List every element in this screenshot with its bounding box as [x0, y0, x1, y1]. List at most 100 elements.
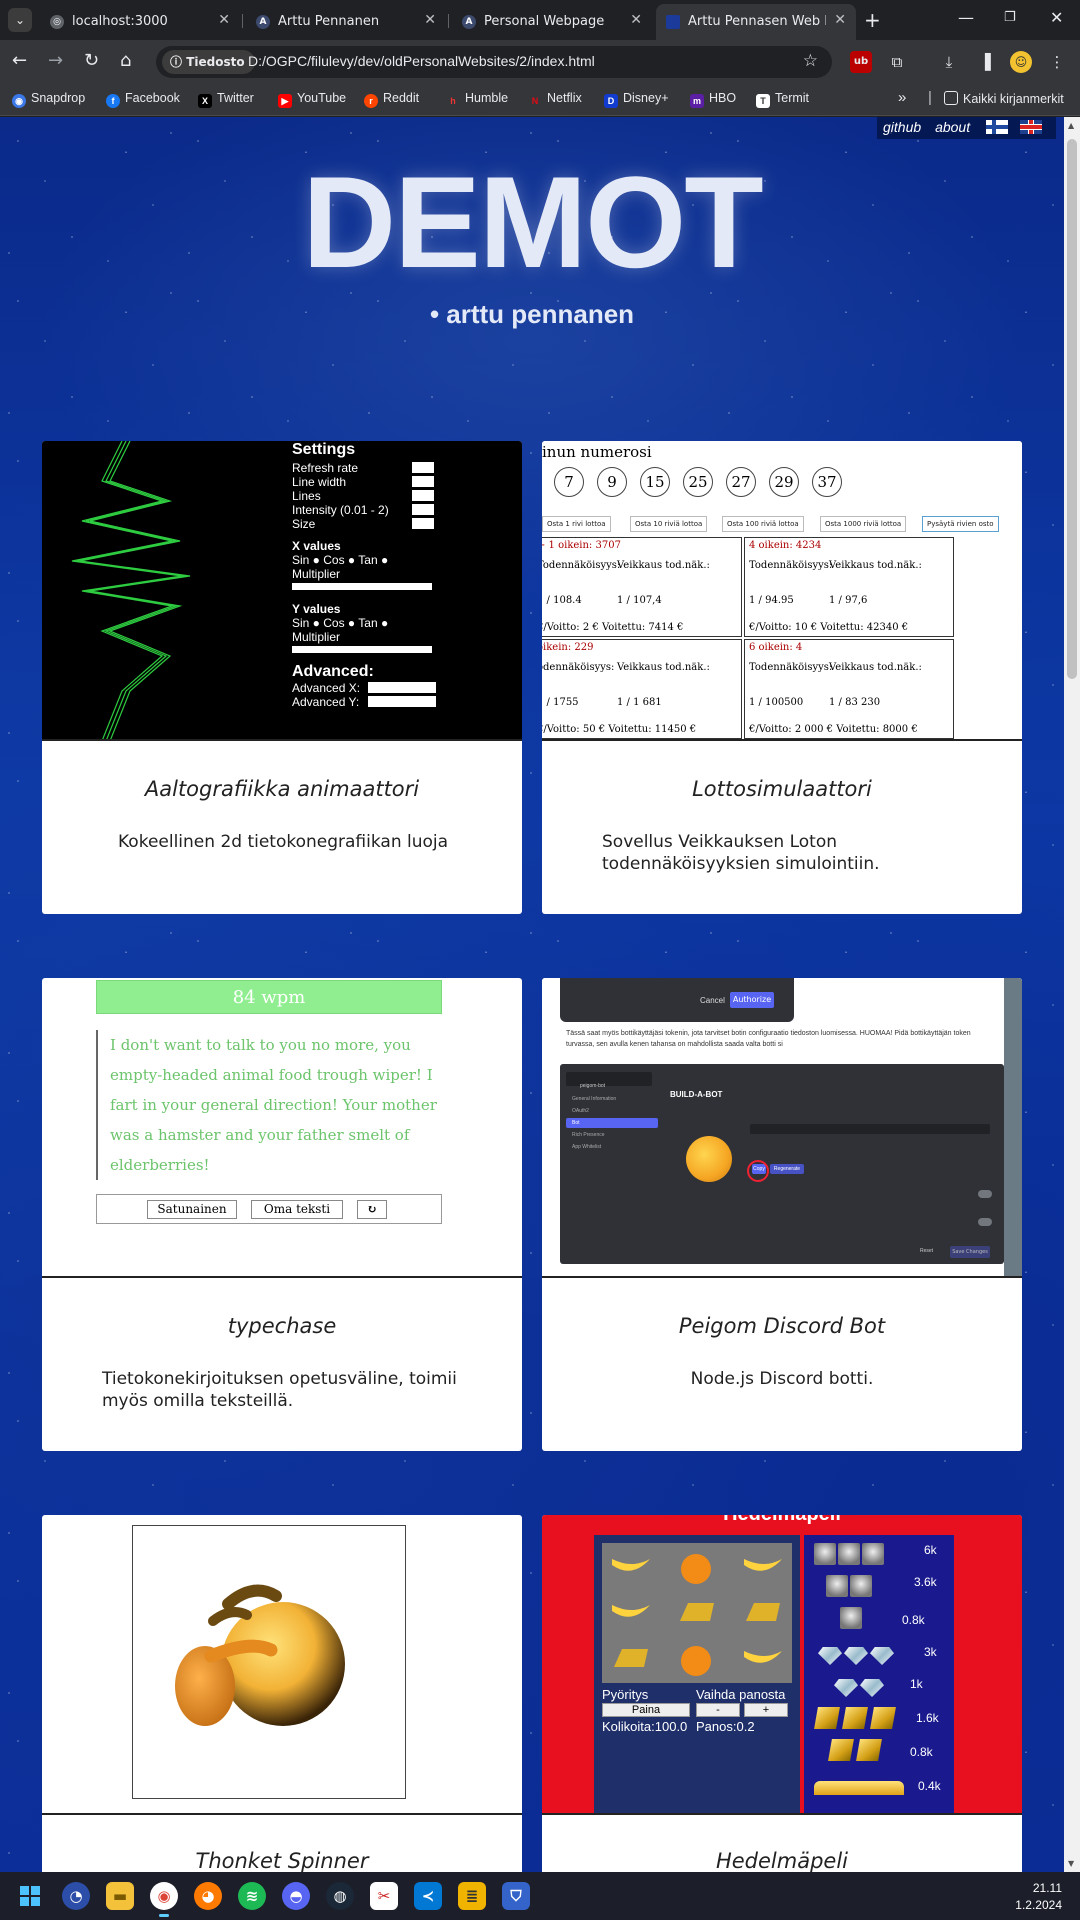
- bookmark-snapdrop[interactable]: ◉ Snapdrop: [12, 91, 85, 108]
- windows-start-icon[interactable]: [16, 1882, 44, 1910]
- bookmark-star-icon[interactable]: ☆: [803, 51, 818, 71]
- project-card-typechase[interactable]: 84 wpm I don't want to talk to you no mo…: [42, 978, 522, 1451]
- menu-app-whitelist[interactable]: App Whitelist: [566, 1142, 658, 1152]
- authorize-button[interactable]: Authorize: [730, 992, 774, 1008]
- setting-input[interactable]: [412, 490, 434, 501]
- public-bot-toggle[interactable]: [978, 1190, 992, 1198]
- save-changes-button[interactable]: Save Changes: [950, 1246, 990, 1258]
- site-info-chip[interactable]: ⓘ Tiedosto: [162, 50, 255, 74]
- scroll-down-icon[interactable]: ▼: [1068, 1859, 1074, 1868]
- stop-buying-button[interactable]: Pysäytä rivien osto: [922, 516, 999, 532]
- tab-search-button[interactable]: ⌄: [8, 8, 32, 32]
- project-title[interactable]: typechase: [62, 1314, 502, 1338]
- bookmark-twitter[interactable]: X Twitter: [198, 91, 254, 108]
- project-title[interactable]: Aaltografiikka animaattori: [62, 777, 502, 801]
- project-card-thonket-spinner[interactable]: Thonket Spinner: [42, 1515, 522, 1872]
- username-field[interactable]: [750, 1124, 990, 1134]
- reset-link[interactable]: Reset: [920, 1248, 933, 1254]
- finnish-flag-icon[interactable]: [986, 120, 1008, 134]
- reset-icon[interactable]: ↻: [357, 1200, 387, 1219]
- scroll-up-icon[interactable]: ▲: [1068, 121, 1074, 130]
- project-card-lottosimulaattori[interactable]: inun numerosi 7 9 15 25 27 29 37 Osta 1 …: [542, 441, 1022, 914]
- own-text-button[interactable]: Oma teksti: [251, 1200, 343, 1219]
- increase-bet-button[interactable]: +: [744, 1703, 788, 1717]
- side-panel-icon[interactable]: ▐: [974, 51, 996, 73]
- close-icon[interactable]: ✕: [630, 12, 642, 28]
- all-bookmarks-button[interactable]: Kaikki kirjanmerkit: [944, 91, 1064, 106]
- new-tab-icon[interactable]: +: [864, 8, 881, 32]
- scrollbar-thumb[interactable]: [1067, 139, 1077, 679]
- firefox-icon[interactable]: ◕: [194, 1882, 222, 1910]
- setting-input[interactable]: [412, 518, 434, 529]
- extensions-puzzle-icon[interactable]: ⧉: [886, 51, 908, 73]
- bookmark-netflix[interactable]: N Netflix: [528, 91, 582, 108]
- buy-1000-button[interactable]: Osta 1000 riviä lottoa: [820, 516, 907, 532]
- cancel-button[interactable]: Cancel: [700, 996, 725, 1005]
- bookmark-facebook[interactable]: f Facebook: [106, 91, 180, 108]
- close-icon[interactable]: ✕: [218, 12, 230, 28]
- tab-arttu-pennanen[interactable]: A Arttu Pennanen ✕: [246, 4, 446, 40]
- file-explorer-icon[interactable]: ▬: [106, 1882, 134, 1910]
- advanced-y-input[interactable]: [368, 696, 436, 707]
- menu-bot[interactable]: Bot: [566, 1118, 658, 1128]
- app-selector[interactable]: peigom-bot: [566, 1072, 652, 1089]
- project-card-peigom-discord-bot[interactable]: Cancel Authorize Tässä saat myös bottikä…: [542, 978, 1022, 1451]
- buy-1-button[interactable]: Osta 1 rivi lottoa: [542, 516, 611, 532]
- reload-icon[interactable]: ↻: [84, 50, 99, 71]
- tab-web-demot[interactable]: Arttu Pennasen Web Dem ✕: [656, 4, 856, 40]
- address-bar[interactable]: ⓘ Tiedosto D:/OGPC/filulevy/dev/oldPerso…: [156, 46, 832, 78]
- bookmark-disney[interactable]: D Disney+: [604, 91, 669, 108]
- home-icon[interactable]: ⌂: [120, 50, 131, 71]
- restore-icon[interactable]: ❐: [1004, 10, 1016, 25]
- project-card-hedelmapeli[interactable]: Hedelmäpeli Pyöritys Vaihda panosta Pain…: [542, 1515, 1022, 1872]
- random-text-button[interactable]: Satunainen: [147, 1200, 237, 1219]
- y-func-radios[interactable]: Sin ● Cos ● Tan ●: [292, 616, 522, 630]
- security-shield-icon[interactable]: ⛉: [502, 1882, 530, 1910]
- minimize-icon[interactable]: —: [958, 8, 974, 27]
- project-card-aaltografiikka[interactable]: Settings Refresh rate Line width Lines I…: [42, 441, 522, 914]
- discord-icon[interactable]: ◓: [282, 1882, 310, 1910]
- project-title[interactable]: Peigom Discord Bot: [562, 1314, 1002, 1338]
- setting-input[interactable]: [412, 504, 434, 515]
- url-text[interactable]: D:/OGPC/filulevy/dev/oldPersonalWebsites…: [248, 53, 595, 69]
- x-multiplier-slider[interactable]: [292, 583, 432, 590]
- buy-10-button[interactable]: Osta 10 riviä lottoa: [630, 516, 708, 532]
- tab-localhost[interactable]: ◎ localhost:3000 ✕: [40, 4, 240, 40]
- steam-icon[interactable]: ◍: [326, 1882, 354, 1910]
- buy-100-button[interactable]: Osta 100 riviä lottoa: [722, 516, 804, 532]
- x-func-radios[interactable]: Sin ● Cos ● Tan ●: [292, 553, 522, 567]
- page-scrollbar[interactable]: ▲ ▼: [1064, 117, 1080, 1872]
- y-multiplier-slider[interactable]: [292, 646, 432, 653]
- snipping-tool-icon[interactable]: ✂: [370, 1882, 398, 1910]
- window-close-icon[interactable]: ✕: [1050, 8, 1063, 27]
- back-icon[interactable]: ←: [12, 50, 27, 71]
- bookmark-termit[interactable]: T Termit: [756, 91, 809, 108]
- setting-input[interactable]: [412, 462, 434, 473]
- menu-oauth2[interactable]: OAuth2: [566, 1106, 658, 1116]
- english-flag-icon[interactable]: [1020, 120, 1042, 134]
- tab-personal-webpage[interactable]: A Personal Webpage ✕: [452, 4, 652, 40]
- bookmark-reddit[interactable]: r Reddit: [364, 91, 419, 108]
- oauth2-grant-toggle[interactable]: [978, 1218, 992, 1226]
- about-link[interactable]: about: [935, 119, 970, 135]
- vscode-icon[interactable]: ≺: [414, 1882, 442, 1910]
- system-clock[interactable]: 21.11 1.2.2024: [1015, 1880, 1062, 1914]
- ublock-extension-icon[interactable]: ub: [850, 51, 872, 73]
- more-bookmarks-icon[interactable]: »: [898, 89, 906, 106]
- advanced-x-input[interactable]: [368, 682, 436, 693]
- bookmark-youtube[interactable]: ▶ YouTube: [278, 91, 346, 108]
- project-title[interactable]: Lottosimulaattori: [562, 777, 1002, 801]
- close-icon[interactable]: ✕: [834, 12, 846, 28]
- menu-rich-presence[interactable]: Rich Presence: [566, 1130, 658, 1140]
- forward-icon[interactable]: →: [48, 50, 63, 71]
- chrome-icon[interactable]: ◉: [150, 1882, 178, 1917]
- project-title[interactable]: Thonket Spinner: [62, 1849, 502, 1872]
- spin-button[interactable]: Paina: [602, 1703, 690, 1717]
- decrease-bet-button[interactable]: -: [696, 1703, 740, 1717]
- setting-input[interactable]: [412, 476, 434, 487]
- close-icon[interactable]: ✕: [424, 12, 436, 28]
- github-link[interactable]: github: [883, 119, 921, 135]
- bookmark-hbo[interactable]: m HBO: [690, 91, 736, 108]
- project-title[interactable]: Hedelmäpeli: [562, 1849, 1002, 1872]
- menu-general-info[interactable]: General Information: [566, 1094, 658, 1104]
